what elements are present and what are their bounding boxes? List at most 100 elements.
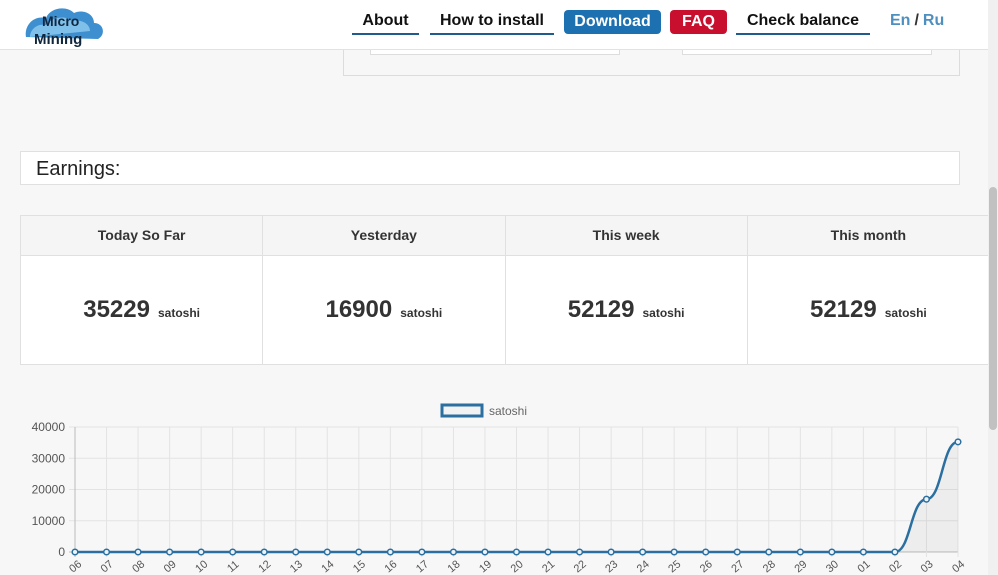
stat-label: This month bbox=[747, 216, 989, 256]
x-tick-label: 02 bbox=[887, 558, 904, 575]
stat-value: 35229 bbox=[83, 296, 150, 323]
data-point[interactable] bbox=[292, 548, 300, 556]
y-tick-label: 30000 bbox=[32, 451, 66, 465]
legend-label: satoshi bbox=[489, 404, 527, 418]
data-point[interactable] bbox=[449, 548, 457, 556]
x-tick-label: 29 bbox=[792, 558, 809, 575]
x-tick-label: 24 bbox=[635, 558, 652, 575]
data-point[interactable] bbox=[765, 548, 773, 556]
scroll-thumb[interactable] bbox=[989, 187, 997, 430]
data-point[interactable] bbox=[922, 495, 931, 503]
data-point[interactable] bbox=[512, 548, 521, 556]
x-tick-label: 21 bbox=[540, 558, 557, 575]
data-point[interactable] bbox=[639, 548, 647, 556]
lang-ru[interactable]: Ru bbox=[923, 12, 944, 29]
data-point[interactable] bbox=[828, 548, 836, 556]
x-tick-label: 07 bbox=[99, 558, 116, 575]
data-point[interactable] bbox=[323, 548, 331, 556]
stat-this-month: This month 52129 satoshi bbox=[747, 216, 989, 364]
x-tick-label: 18 bbox=[446, 558, 463, 575]
x-axis: 06 07 08 09 10 11 12 13 14 15 16 17 18 19 20 21 22 23 24 25… bbox=[67, 558, 967, 575]
x-tick-label: 20 bbox=[509, 558, 526, 575]
nav-how-to-install[interactable]: How to install bbox=[430, 9, 554, 35]
data-point[interactable] bbox=[166, 548, 174, 556]
data-point[interactable] bbox=[197, 548, 205, 556]
stat-value: 52129 bbox=[567, 296, 635, 323]
stat-unit: satoshi bbox=[157, 306, 200, 320]
legend-swatch[interactable] bbox=[440, 403, 484, 418]
x-tick-label: 11 bbox=[225, 558, 241, 575]
language-switcher: En / Ru bbox=[890, 12, 944, 30]
y-tick-label: 10000 bbox=[32, 514, 66, 528]
data-point[interactable] bbox=[544, 548, 552, 556]
data-point[interactable] bbox=[733, 548, 741, 556]
data-point[interactable] bbox=[607, 548, 615, 556]
earnings-chart: satoshi 0 10000 20000 30000 40000 06 07 08 09 10… bbox=[32, 403, 967, 575]
nav-check-balance[interactable]: Check balance bbox=[736, 9, 870, 35]
stat-this-week: This week 52129 satoshi bbox=[505, 216, 748, 364]
lang-separator: / bbox=[914, 12, 919, 29]
data-point[interactable] bbox=[418, 548, 426, 556]
y-tick-label: 20000 bbox=[32, 483, 66, 497]
data-point[interactable] bbox=[229, 548, 237, 556]
stat-value: 52129 bbox=[809, 296, 877, 323]
x-tick-label: 30 bbox=[824, 558, 841, 575]
chart-grid bbox=[69, 426, 959, 557]
x-tick-label: 19 bbox=[477, 558, 494, 575]
x-tick-label: 23 bbox=[603, 558, 620, 575]
data-point[interactable] bbox=[859, 548, 867, 556]
x-tick-label: 10 bbox=[193, 558, 210, 575]
y-axis: 0 10000 20000 30000 40000 bbox=[32, 420, 66, 559]
micro-mining-logo[interactable]: Micro Mining bbox=[20, 3, 108, 49]
logo-text-micro: Micro bbox=[42, 13, 79, 29]
earnings-stats-table: Today So Far 35229 satoshi Yesterday 169… bbox=[20, 215, 990, 365]
data-point[interactable] bbox=[102, 548, 111, 556]
download-button[interactable]: Download bbox=[564, 10, 661, 34]
data-point[interactable] bbox=[71, 548, 79, 556]
data-point[interactable] bbox=[796, 548, 804, 556]
x-tick-label: 17 bbox=[414, 558, 431, 575]
x-tick-label: 22 bbox=[572, 558, 589, 575]
data-point[interactable] bbox=[134, 548, 142, 556]
stat-today: Today So Far 35229 satoshi bbox=[21, 216, 264, 364]
stat-label: Yesterday bbox=[263, 216, 505, 256]
x-tick-label: 16 bbox=[382, 558, 399, 575]
data-point[interactable] bbox=[355, 548, 363, 556]
data-point[interactable] bbox=[954, 438, 962, 446]
stat-unit: satoshi bbox=[642, 306, 685, 320]
page-scrollbar[interactable] bbox=[988, 0, 998, 575]
data-point[interactable] bbox=[576, 548, 584, 556]
faq-button[interactable]: FAQ bbox=[670, 10, 727, 34]
x-tick-label: 25 bbox=[666, 558, 683, 575]
x-tick-label: 15 bbox=[351, 558, 368, 575]
x-tick-label: 26 bbox=[698, 558, 715, 575]
x-tick-label: 08 bbox=[130, 558, 147, 575]
logo-text-mining: Mining bbox=[34, 31, 82, 48]
stat-label: Today So Far bbox=[21, 216, 263, 256]
data-point[interactable] bbox=[481, 548, 489, 556]
earnings-title: Earnings: bbox=[36, 158, 121, 180]
site-header: Micro Mining About How to install Downlo… bbox=[0, 0, 988, 50]
data-point[interactable] bbox=[702, 548, 710, 556]
stat-value: 16900 bbox=[325, 296, 393, 323]
data-point[interactable] bbox=[670, 548, 678, 556]
x-tick-label: 28 bbox=[761, 558, 778, 575]
nav-about[interactable]: About bbox=[352, 9, 419, 35]
data-point[interactable] bbox=[891, 548, 899, 556]
data-point[interactable] bbox=[386, 548, 394, 556]
earnings-title-box: Earnings: bbox=[20, 151, 960, 185]
x-tick-label: 04 bbox=[950, 558, 967, 575]
x-tick-label: 03 bbox=[919, 558, 936, 575]
stat-label: This week bbox=[505, 216, 747, 256]
stat-unit: satoshi bbox=[884, 306, 927, 320]
stat-unit: satoshi bbox=[400, 306, 443, 320]
y-tick-label: 40000 bbox=[32, 420, 66, 434]
lang-en[interactable]: En bbox=[890, 12, 910, 29]
x-tick-label: 12 bbox=[256, 558, 273, 575]
x-tick-label: 09 bbox=[162, 558, 179, 575]
x-tick-label: 01 bbox=[855, 558, 872, 575]
stat-yesterday: Yesterday 16900 satoshi bbox=[263, 216, 506, 364]
data-point[interactable] bbox=[260, 548, 268, 556]
y-tick-label: 0 bbox=[58, 545, 65, 559]
x-tick-label: 06 bbox=[67, 558, 84, 575]
